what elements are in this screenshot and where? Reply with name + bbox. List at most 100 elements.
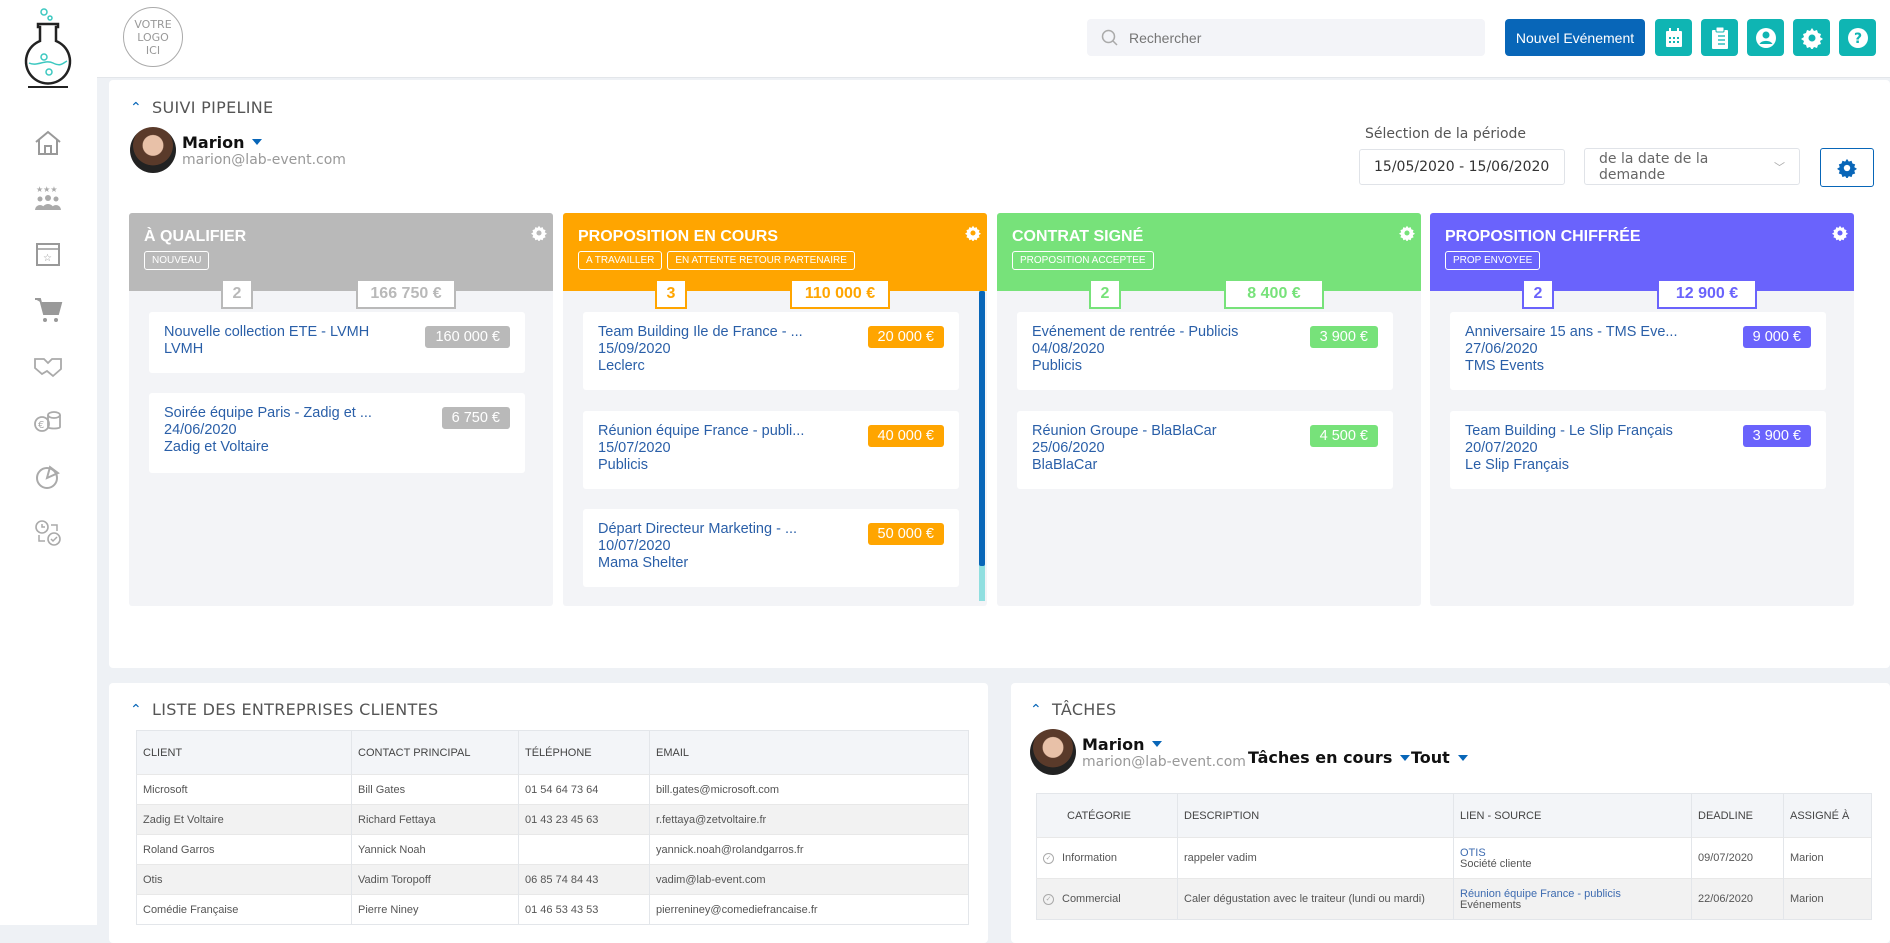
period-label: Sélection de la période [1365, 126, 1527, 142]
table-row[interactable]: ✓ Information rappeler vadim OTIS Société … [1036, 837, 1872, 879]
deal-client[interactable]: Publicis [598, 457, 944, 474]
pipeline-user[interactable]: Marion marion@lab-event.com [130, 127, 346, 173]
task-scope-filter[interactable]: Tout [1411, 748, 1468, 767]
check-circle-icon[interactable]: ✓ [1043, 893, 1054, 905]
deal-card[interactable]: Anniversaire 15 ans - TMS Eve... 27/06/2… [1450, 312, 1826, 390]
event-calendar-icon[interactable]: ☆ [30, 238, 66, 270]
gear-icon[interactable] [1399, 225, 1415, 245]
deal-client[interactable]: Publicis [1032, 358, 1378, 375]
client-name[interactable]: Zadig Et Voltaire [136, 804, 352, 835]
tasks-title[interactable]: ⌃ TÂCHES [1030, 700, 1117, 719]
task-status-filter[interactable]: Tâches en cours [1248, 748, 1411, 767]
check-circle-icon[interactable]: ✓ [1043, 852, 1054, 864]
status-tag[interactable]: PROP ENVOYEE [1445, 251, 1541, 270]
email: vadim@lab-event.com [649, 864, 969, 895]
pipeline-column: À QUALIFIER NOUVEAU 2 166 750 € Nouvelle… [129, 213, 553, 606]
column-header[interactable]: DESCRIPTION [1177, 793, 1454, 838]
deal-client[interactable]: TMS Events [1465, 358, 1811, 375]
period-type-value: de la date de la demande [1599, 150, 1709, 183]
clipboard-button[interactable] [1701, 19, 1738, 56]
contact-name[interactable]: Yannick Noah [351, 834, 519, 865]
flask-logo-icon[interactable] [20, 6, 76, 88]
contact-name[interactable]: Bill Gates [351, 774, 519, 805]
caret-down-icon[interactable] [252, 139, 263, 145]
status-tag[interactable]: PROPOSITION ACCEPTEE [1012, 251, 1154, 270]
deal-card[interactable]: Nouvelle collection ETE - LVMH LVMH 160 … [149, 312, 525, 373]
profile-button[interactable] [1747, 19, 1784, 56]
task-link[interactable]: OTIS [1460, 847, 1685, 859]
deal-card[interactable]: Team Building Ile de France - ... 15/09/… [583, 312, 959, 390]
calendar-button[interactable] [1655, 19, 1692, 56]
status-tag[interactable]: A TRAVAILLER [578, 251, 663, 270]
deal-client[interactable]: BlaBlaCar [1032, 457, 1378, 474]
deal-client[interactable]: Leclerc [598, 358, 944, 375]
search-input[interactable] [1129, 29, 1449, 46]
task-sync-icon[interactable] [30, 517, 66, 549]
column-header[interactable]: DEADLINE [1691, 793, 1784, 838]
column-scrollbar[interactable] [979, 291, 985, 601]
gear-icon[interactable] [1832, 225, 1848, 245]
client-name[interactable]: Comédie Française [136, 894, 352, 925]
contact-name[interactable]: Richard Fettaya [351, 804, 519, 835]
column-header[interactable]: ASSIGNÉ À [1783, 793, 1872, 838]
caret-down-icon[interactable] [1152, 741, 1163, 747]
deal-card[interactable]: Team Building - Le Slip Français 20/07/2… [1450, 411, 1826, 489]
collapse-chevron-icon[interactable]: ⌃ [1030, 702, 1042, 718]
deal-card[interactable]: Evénement de rentrée - Publicis 04/08/20… [1017, 312, 1393, 390]
pie-chart-icon[interactable] [30, 461, 66, 493]
collapse-chevron-icon[interactable]: ⌃ [130, 702, 142, 718]
scrollbar-thumb[interactable] [979, 291, 985, 566]
table-row[interactable]: Roland Garros Yannick Noah yannick.noah@… [136, 834, 969, 865]
home-icon[interactable] [30, 127, 66, 159]
column-header[interactable]: LIEN - SOURCE [1453, 793, 1692, 838]
column-header[interactable]: CLIENT [136, 730, 352, 775]
coins-icon[interactable]: € [30, 405, 66, 437]
svg-text:☆: ☆ [43, 253, 52, 264]
pipeline-title[interactable]: ⌃ SUIVI PIPELINE [130, 98, 273, 117]
client-name[interactable]: Microsoft [136, 774, 352, 805]
task-deadline: 09/07/2020 [1691, 837, 1784, 879]
contact-name[interactable]: Pierre Niney [351, 894, 519, 925]
column-header[interactable]: TÉLÉPHONE [518, 730, 650, 775]
handshake-icon[interactable] [30, 350, 66, 382]
deal-total: 8 400 € [1224, 281, 1324, 309]
brand-logo[interactable]: VOTRE LOGO ICI [123, 7, 183, 67]
gear-icon[interactable] [531, 225, 547, 245]
help-button[interactable]: ? [1839, 19, 1876, 56]
table-row[interactable]: Otis Vadim Toropoff 06 85 74 84 43 vadim… [136, 864, 969, 895]
clients-icon[interactable]: ★★★ [30, 182, 66, 214]
table-row[interactable]: Microsoft Bill Gates 01 54 64 73 64 bill… [136, 774, 969, 805]
new-event-button[interactable]: Nouvel Evénement [1505, 19, 1645, 56]
deal-client[interactable]: Zadig et Voltaire [164, 439, 510, 456]
deal-card[interactable]: Réunion équipe France - publi... 15/07/2… [583, 411, 959, 489]
deal-card[interactable]: Soirée équipe Paris - Zadig et ... 24/06… [149, 393, 525, 473]
tasks-user[interactable]: Marion marion@lab-event.com [1030, 729, 1246, 775]
status-tag[interactable]: EN ATTENTE RETOUR PARTENAIRE [667, 251, 855, 270]
contact-name[interactable]: Vadim Toropoff [351, 864, 519, 895]
search-bar[interactable] [1087, 19, 1485, 56]
task-link[interactable]: Réunion équipe France - publicis [1460, 888, 1685, 900]
clients-title[interactable]: ⌃ LISTE DES ENTREPRISES CLIENTES [130, 700, 438, 719]
cart-icon[interactable] [30, 294, 66, 326]
table-row[interactable]: ✓ Commercial Caler dégustation avec le tr… [1036, 878, 1872, 920]
deal-card[interactable]: Réunion Groupe - BlaBlaCar 25/06/2020 Bl… [1017, 411, 1393, 489]
column-header[interactable]: CONTACT PRINCIPAL [351, 730, 519, 775]
period-type-select[interactable]: de la date de la demande ﹀ [1584, 148, 1800, 185]
deal-client[interactable]: Le Slip Français [1465, 457, 1811, 474]
table-row[interactable]: Comédie Française Pierre Niney 01 46 53 … [136, 894, 969, 925]
client-name[interactable]: Roland Garros [136, 834, 352, 865]
settings-button[interactable] [1793, 19, 1830, 56]
deal-count: 2 [1089, 281, 1121, 309]
gear-icon[interactable] [965, 225, 981, 245]
period-date-input[interactable]: 15/05/2020 - 15/06/2020 [1359, 149, 1565, 185]
column-header[interactable]: CATÉGORIE [1036, 793, 1178, 838]
client-name[interactable]: Otis [136, 864, 352, 895]
status-tag[interactable]: NOUVEAU [144, 251, 210, 270]
collapse-chevron-icon[interactable]: ⌃ [130, 100, 142, 116]
table-row[interactable]: Zadig Et Voltaire Richard Fettaya 01 43 … [136, 804, 969, 835]
pipeline-settings-button[interactable] [1820, 148, 1874, 187]
deal-card[interactable]: Départ Directeur Marketing - ... 10/07/2… [583, 509, 959, 587]
deal-client[interactable]: Mama Shelter [598, 555, 944, 572]
column-header[interactable]: EMAIL [649, 730, 969, 775]
brand-logo-line: LOGO [137, 30, 169, 44]
